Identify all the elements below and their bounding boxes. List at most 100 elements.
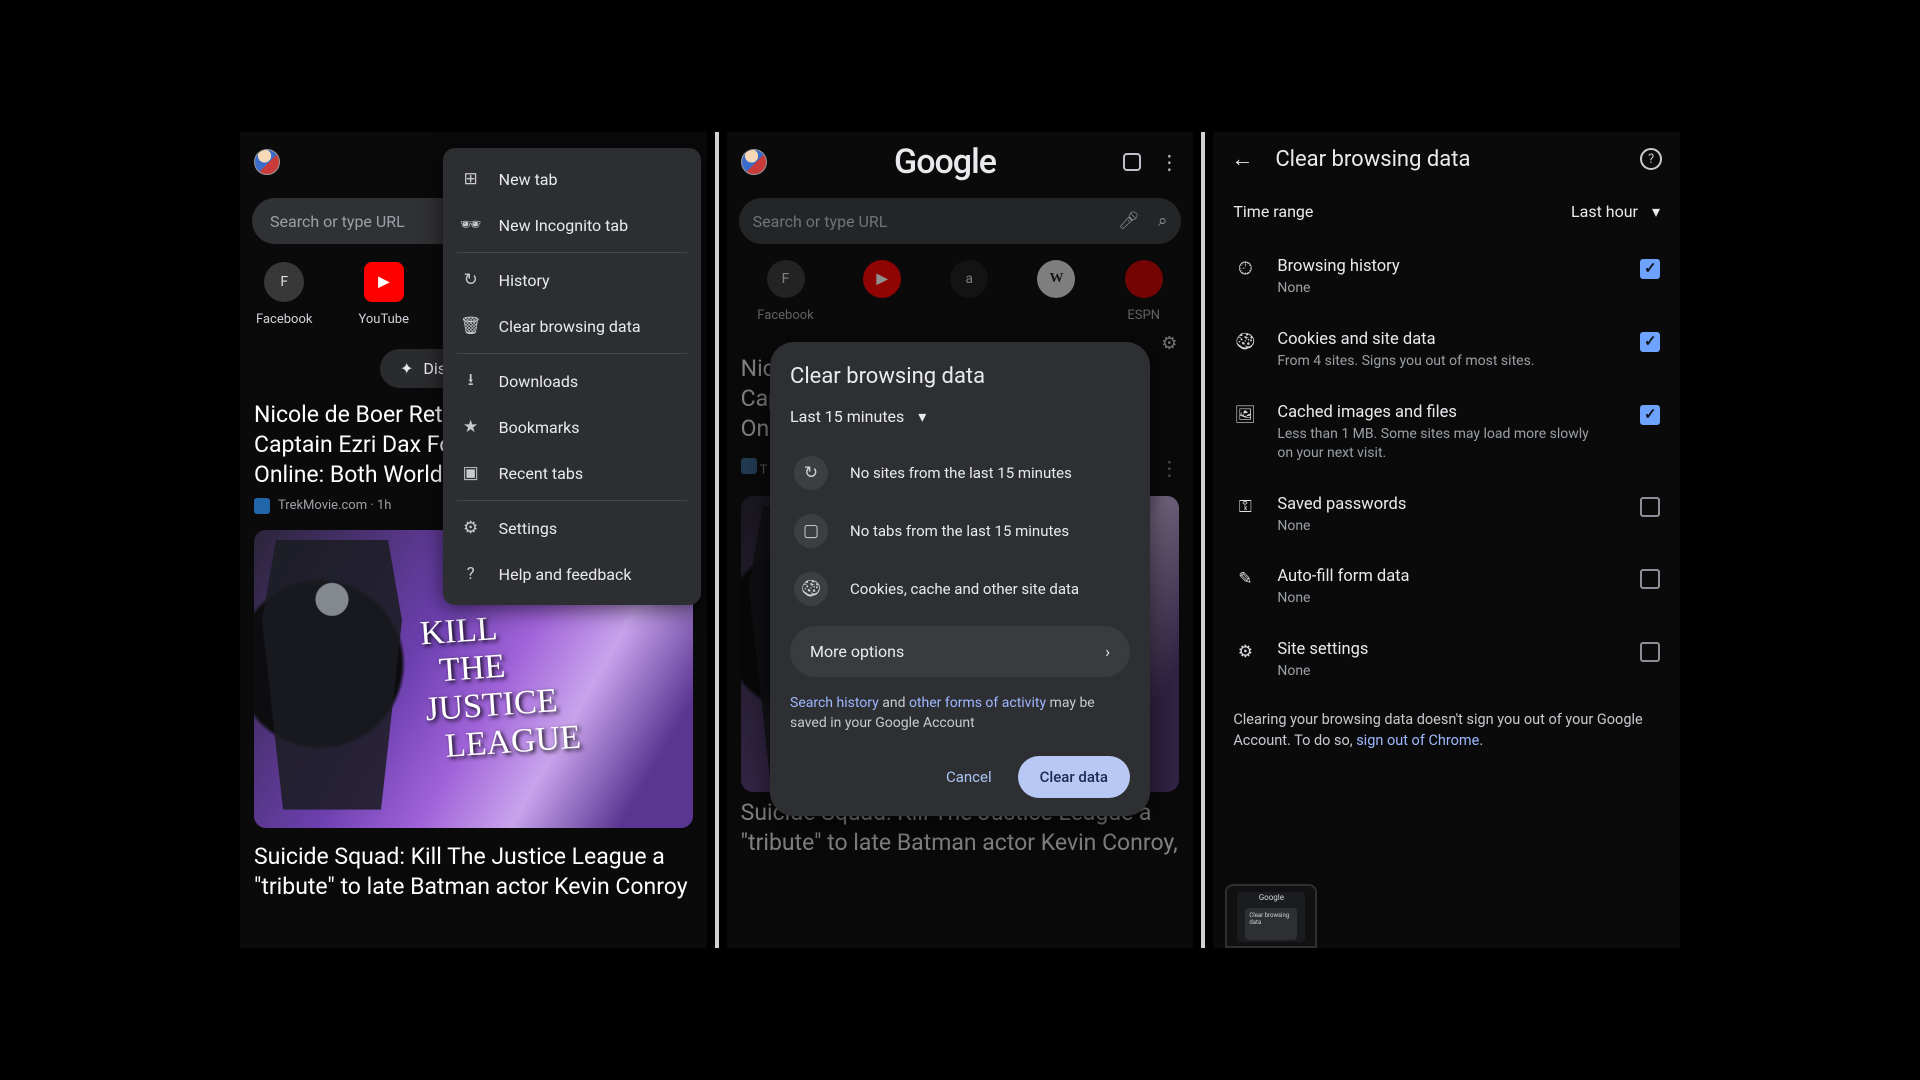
shortcut-espn[interactable]: ESPN	[1125, 260, 1163, 323]
shortcut-wikipedia[interactable]: W	[1037, 260, 1075, 323]
source-icon	[254, 498, 270, 514]
menu-item-settings[interactable]: ⚙ Settings	[443, 505, 701, 551]
google-logo: Google	[894, 142, 996, 182]
footer-note: Clearing your browsing data doesn't sign…	[1213, 699, 1680, 769]
data-type-cookies-and-site-data[interactable]: 🍪︎Cookies and site dataFrom 4 sites. Sig…	[1213, 314, 1680, 387]
data-type-browsing-history[interactable]: 🕘︎Browsing historyNone	[1213, 241, 1680, 314]
avatar[interactable]	[254, 149, 280, 175]
preview-thumbnail	[1225, 884, 1317, 948]
checkbox[interactable]	[1640, 569, 1660, 589]
time-range-row[interactable]: Time range Last hour ▾	[1213, 186, 1680, 239]
shortcut-youtube[interactable]: ▶	[863, 260, 901, 323]
time-range-value: Last hour	[1571, 202, 1638, 221]
help-icon[interactable]: ?	[1640, 148, 1662, 170]
row-subtitle: From 4 sites. Signs you out of most site…	[1277, 352, 1597, 371]
wikipedia-icon: W	[1037, 260, 1075, 298]
dialog-row: ▢ No tabs from the last 15 minutes	[790, 502, 1130, 560]
time-range-dropdown[interactable]: Last 15 minutes ▾	[790, 407, 1130, 426]
data-type-auto-fill-form-data[interactable]: ✎ Auto-fill form data None	[1213, 551, 1680, 624]
lens-icon[interactable]: ⌕	[1158, 211, 1168, 231]
checkbox[interactable]	[1640, 642, 1660, 662]
menu-item-recent-tabs[interactable]: ▣Recent tabs	[443, 450, 701, 496]
shortcut-label: ESPN	[1127, 308, 1160, 323]
mic-icon[interactable]: 🎤︎	[1118, 211, 1140, 231]
source-icon	[741, 458, 757, 474]
menu-item-help-and-feedback[interactable]: ?Help and feedback	[443, 551, 701, 597]
checkbox[interactable]	[1640, 405, 1660, 425]
clock-icon: 🕘︎	[1233, 257, 1257, 279]
activity-link[interactable]: other forms of activity	[909, 695, 1046, 711]
row-subtitle: None	[1277, 662, 1597, 681]
facebook-icon: F	[264, 262, 304, 302]
menu-item-label: Bookmarks	[499, 418, 580, 437]
source-text: T	[760, 463, 768, 478]
cookie-icon: 🍪︎	[794, 572, 828, 606]
checkbox[interactable]	[1640, 497, 1660, 517]
row-title: Saved passwords	[1277, 495, 1620, 514]
menu-item-downloads[interactable]: ⭳ Downloads	[443, 358, 701, 404]
menu-item-label: Help and feedback	[499, 565, 632, 584]
row-subtitle: Less than 1 MB. Some sites may load more…	[1277, 425, 1597, 463]
shortcut-amazon[interactable]: a	[950, 260, 988, 323]
back-icon[interactable]: ←	[1231, 146, 1253, 172]
data-type-saved-passwords[interactable]: ⚿Saved passwordsNone	[1213, 479, 1680, 552]
cancel-button[interactable]: Cancel	[938, 758, 1000, 796]
feed-headline-2[interactable]: Suicide Squad: Kill The Justice League a…	[240, 834, 707, 902]
avatar[interactable]	[741, 149, 767, 175]
cookie-icon: 🍪︎	[1233, 330, 1257, 352]
menu-item-label: New tab	[499, 170, 558, 189]
more-options-button[interactable]: More options ›	[790, 626, 1130, 677]
page-title: Clear browsing data	[1275, 147, 1618, 172]
row-title: Auto-fill form data	[1277, 567, 1620, 586]
tab-switcher-icon[interactable]	[1123, 153, 1141, 171]
shortcut-youtube[interactable]: ▶ YouTube	[358, 262, 409, 327]
search-history-link[interactable]: Search history	[790, 695, 879, 711]
card-overflow-icon[interactable]: ⋮	[1159, 456, 1179, 480]
history-icon: ↻	[794, 456, 828, 490]
time-range-value: Last 15 minutes	[790, 407, 904, 426]
menu-item-label: Downloads	[499, 372, 578, 391]
sign-out-link[interactable]: sign out of Chrome	[1356, 732, 1479, 749]
dialog-footnote: Search history and other forms of activi…	[790, 693, 1130, 734]
incognito-icon: 🕶︎	[461, 215, 481, 235]
gear-icon: ⚙	[461, 518, 481, 538]
hero-overlay-text: KILL THE JUSTICE LEAGUE	[419, 605, 582, 767]
espn-icon	[1125, 260, 1163, 298]
menu-item-history[interactable]: ↻History	[443, 257, 701, 303]
menu-item-label: Clear browsing data	[499, 317, 641, 336]
download-icon: ⭳	[461, 371, 481, 391]
settings-icon: ⚙	[1233, 640, 1257, 662]
dialog-row: ↻No sites from the last 15 minutes	[790, 444, 1130, 502]
menu-item-bookmarks[interactable]: ★Bookmarks	[443, 404, 701, 450]
shortcut-facebook[interactable]: F Facebook	[256, 262, 312, 327]
row-subtitle: None	[1277, 589, 1597, 608]
shortcut-facebook[interactable]: FFacebook	[757, 260, 813, 323]
clear-data-button[interactable]: Clear data	[1018, 756, 1130, 798]
gear-icon[interactable]: ⚙	[1161, 333, 1177, 354]
overflow-icon[interactable]: ⋮	[1159, 150, 1179, 174]
menu-item-clear-browsing-data[interactable]: 🗑 Clear browsing data	[443, 303, 701, 349]
data-type-cached-images-and-files[interactable]: 🖼︎Cached images and filesLess than 1 MB.…	[1213, 387, 1680, 479]
facebook-icon: F	[767, 260, 805, 298]
data-type-site-settings[interactable]: ⚙Site settingsNone	[1213, 624, 1680, 697]
overflow-menu: ⊞ New tab 🕶︎New Incognito tab ↻History 🗑 Clea…	[443, 148, 701, 605]
pencil-icon: ✎	[1233, 567, 1257, 589]
menu-item-new-incognito-tab[interactable]: 🕶︎New Incognito tab	[443, 202, 701, 248]
plus-icon: ⊞	[461, 169, 481, 189]
dialog-title: Clear browsing data	[790, 364, 1130, 389]
source-text: TrekMovie.com · 1h	[278, 498, 391, 513]
menu-item-new-tab[interactable]: ⊞ New tab	[443, 156, 701, 202]
youtube-icon: ▶	[863, 260, 901, 298]
checkbox[interactable]	[1640, 259, 1660, 279]
omnibox-placeholder: Search or type URL	[753, 212, 888, 231]
shortcut-row: FFacebook ▶ a W ESPN	[727, 254, 1194, 333]
trash-icon: 🗑	[461, 316, 481, 336]
shortcut-label: Facebook	[256, 312, 312, 327]
menu-item-label: Settings	[499, 519, 557, 538]
dialog-row-text: No tabs from the last 15 minutes	[850, 522, 1069, 540]
checkbox[interactable]	[1640, 332, 1660, 352]
omnibox-placeholder: Search or type URL	[270, 212, 405, 231]
row-title: Browsing history	[1277, 257, 1620, 276]
omnibox[interactable]: Search or type URL 🎤︎ ⌕	[739, 198, 1182, 244]
tab-icon: ▢	[794, 514, 828, 548]
